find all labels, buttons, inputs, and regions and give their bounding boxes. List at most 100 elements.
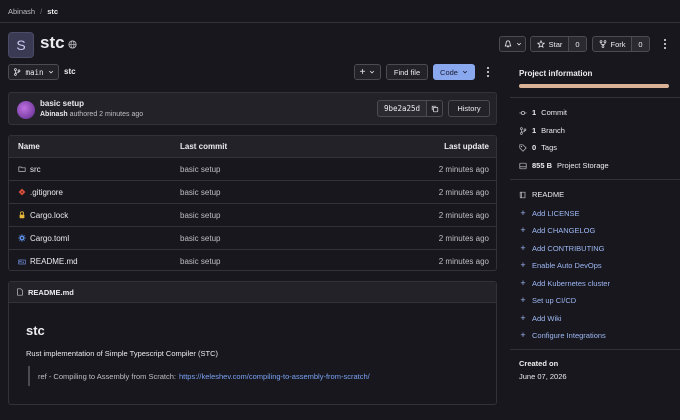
fork-icon <box>599 40 606 48</box>
add-changelog-link[interactable]: + Add CHANGELOG <box>519 225 595 235</box>
book-icon <box>519 191 526 198</box>
enable-auto-devops-link[interactable]: + Enable Auto DevOps <box>519 260 602 270</box>
file-commit[interactable]: basic setup <box>180 165 220 174</box>
tag-icon <box>519 143 527 152</box>
plus-icon: + <box>520 208 526 218</box>
stat-value: 0 <box>532 143 537 152</box>
branch-name: main <box>25 67 44 77</box>
branch-icon <box>520 126 527 135</box>
globe-icon <box>68 40 77 49</box>
chevron-down-icon <box>516 42 521 46</box>
link-label: Add CHANGELOG <box>532 225 596 235</box>
add-contributing-link[interactable]: + Add CONTRIBUTING <box>519 243 604 253</box>
repo-path[interactable]: stc <box>64 67 76 76</box>
stat-branches[interactable]: 1 Branch <box>519 126 565 135</box>
stat-value: 855 B <box>532 161 553 170</box>
link-label: Enable Auto DevOps <box>532 260 602 270</box>
file-updated: 2 minutes ago <box>438 257 489 266</box>
stat-commits[interactable]: 1 Commit <box>519 108 567 117</box>
star-count[interactable]: 0 <box>568 36 587 52</box>
plus-icon: + <box>520 243 526 253</box>
file-name[interactable]: src <box>30 165 41 174</box>
code-dropdown-button[interactable]: Code <box>433 64 475 80</box>
folder-icon <box>18 166 26 172</box>
stat-storage[interactable]: 855 B Project Storage <box>519 161 609 170</box>
more-actions-icon[interactable] <box>660 37 670 51</box>
stat-value: 1 <box>532 126 537 135</box>
plus-icon: + <box>520 260 526 270</box>
add-dropdown-button[interactable]: + <box>354 64 381 80</box>
file-name[interactable]: .gitignore <box>30 188 63 197</box>
created-label: Created on <box>519 359 559 368</box>
history-button[interactable]: History <box>448 100 490 117</box>
table-row[interactable]: README.md basic setup 2 minutes ago <box>9 250 496 270</box>
avatar[interactable] <box>17 101 35 119</box>
configure-integrations-link[interactable]: + Configure Integrations <box>519 330 606 340</box>
lock-icon <box>19 211 25 219</box>
sidebar-readme-link[interactable]: README <box>519 190 564 199</box>
link-label: Add Kubernetes cluster <box>532 278 610 288</box>
readme-panel: README.md stc Rust implementation of Sim… <box>8 281 497 405</box>
copy-icon <box>431 105 438 112</box>
file-name[interactable]: Cargo.toml <box>30 234 69 243</box>
file-updated: 2 minutes ago <box>438 210 489 220</box>
branch-selector[interactable]: main <box>8 64 59 80</box>
notifications-button[interactable] <box>499 36 526 52</box>
code-label: Code <box>440 67 458 77</box>
stat-value: 1 <box>532 108 537 117</box>
find-file-button[interactable]: Find file <box>386 64 428 80</box>
fork-button[interactable]: Fork <box>592 36 632 52</box>
file-commit[interactable]: basic setup <box>180 257 220 266</box>
table-header: Name Last commit Last update <box>9 136 496 158</box>
breadcrumb: Abinash / stc <box>0 0 680 23</box>
file-commit[interactable]: basic setup <box>180 188 220 197</box>
breadcrumb-current[interactable]: stc <box>47 7 58 16</box>
plus-icon: + <box>520 225 526 235</box>
file-icon <box>17 288 23 296</box>
commit-icon <box>519 110 527 115</box>
quote-link[interactable]: https://keleshev.com/compiling-to-assemb… <box>179 372 370 381</box>
readme-blockquote: ref - Compiling to Assembly from Scratch… <box>28 366 370 386</box>
table-row[interactable]: Cargo.lock basic setup 2 minutes ago <box>9 204 496 227</box>
table-row[interactable]: Cargo.toml basic setup 2 minutes ago <box>9 227 496 250</box>
divider <box>510 179 680 180</box>
add-wiki-link[interactable]: + Add Wiki <box>519 313 561 323</box>
file-updated: 2 minutes ago <box>438 164 489 174</box>
latest-commit: basic setup Abinash authored 2 minutes a… <box>8 92 497 125</box>
file-commit[interactable]: basic setup <box>180 211 220 220</box>
table-row[interactable]: .gitignore basic setup 2 minutes ago <box>9 181 496 204</box>
header-name: Name <box>18 142 40 151</box>
bell-icon <box>504 40 511 48</box>
file-name[interactable]: README.md <box>30 257 78 266</box>
fork-count[interactable]: 0 <box>631 36 650 52</box>
readme-filename[interactable]: README.md <box>28 288 74 297</box>
commit-title[interactable]: basic setup <box>40 99 84 108</box>
link-label: Add LICENSE <box>532 208 580 218</box>
setup-cicd-link[interactable]: + Set up CI/CD <box>519 295 576 305</box>
file-updated: 2 minutes ago <box>438 233 489 243</box>
link-label: Configure Integrations <box>532 330 606 340</box>
plus-icon: + <box>520 278 526 288</box>
header-last-commit: Last commit <box>180 142 228 151</box>
page-title: stc <box>40 33 65 52</box>
project-avatar: S <box>8 32 34 58</box>
commit-author[interactable]: Abinash <box>40 111 68 118</box>
file-commit[interactable]: basic setup <box>180 234 220 243</box>
sidebar-title: Project information <box>519 69 593 78</box>
breadcrumb-separator: / <box>40 6 43 16</box>
breadcrumb-parent[interactable]: Abinash <box>8 7 35 16</box>
star-button[interactable]: Star <box>530 36 569 52</box>
add-license-link[interactable]: + Add LICENSE <box>519 208 580 218</box>
file-name[interactable]: Cargo.lock <box>30 211 68 220</box>
add-kubernetes-link[interactable]: + Add Kubernetes cluster <box>519 278 610 288</box>
commit-time: authored 2 minutes ago <box>69 111 144 118</box>
copy-sha-button[interactable] <box>426 100 443 117</box>
stat-tags[interactable]: 0 Tags <box>519 143 557 152</box>
commit-sha[interactable]: 9be2a25d <box>377 100 427 117</box>
table-row[interactable]: src basic setup 2 minutes ago <box>9 158 496 181</box>
repo-more-icon[interactable] <box>483 65 493 79</box>
storage-icon <box>519 162 527 169</box>
stat-label: Commit <box>541 108 568 117</box>
readme-label: README <box>532 190 565 199</box>
plus-icon: + <box>359 66 366 78</box>
